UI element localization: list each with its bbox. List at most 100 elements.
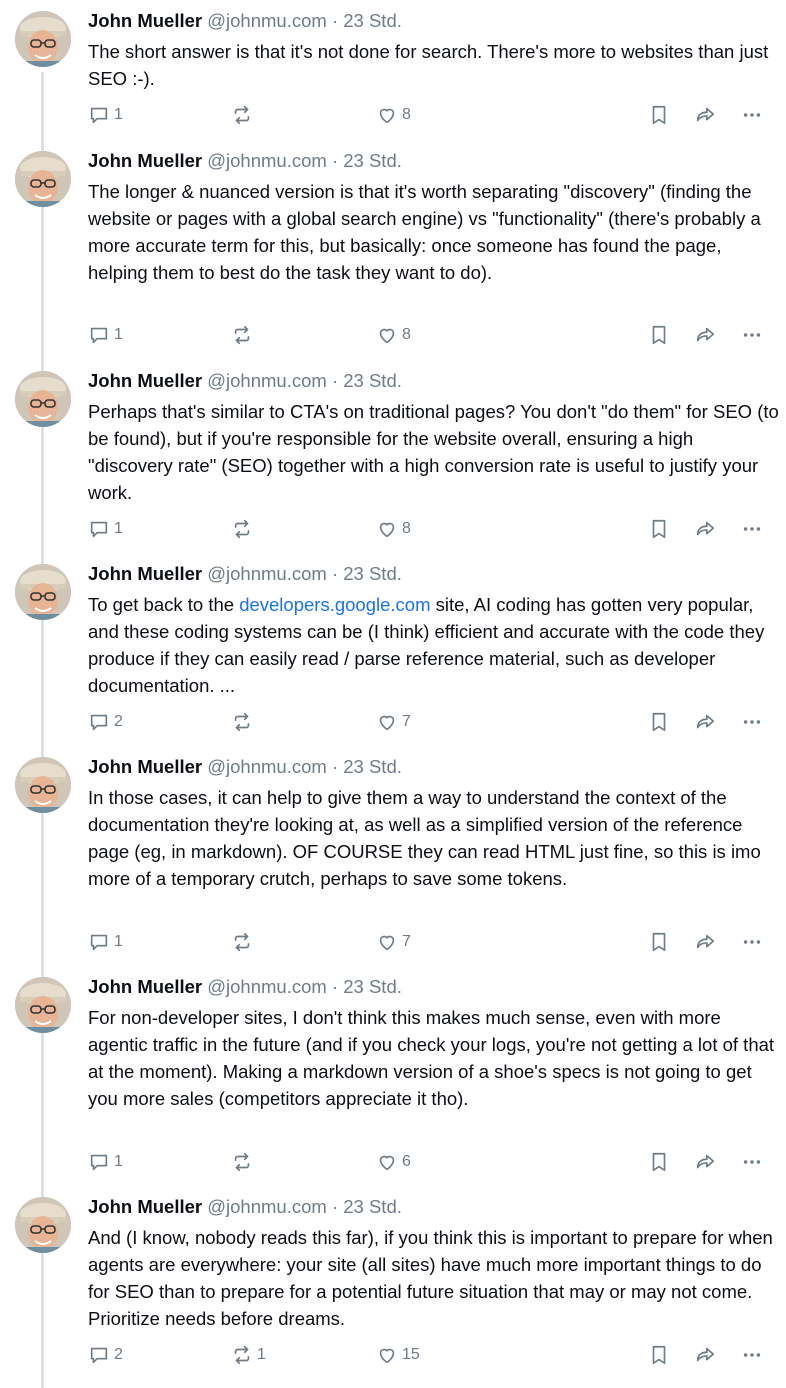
author-name[interactable]: John Mueller — [88, 976, 202, 997]
author-name[interactable]: John Mueller — [88, 563, 202, 584]
bookmark-button[interactable] — [648, 1150, 670, 1174]
bookmark-button[interactable] — [648, 710, 670, 734]
author-handle[interactable]: @johnmu.com — [207, 756, 327, 777]
bookmark-button[interactable] — [648, 1343, 670, 1367]
avatar[interactable] — [15, 977, 71, 1033]
avatar[interactable] — [15, 1197, 71, 1253]
reply-count: 1 — [114, 520, 123, 537]
author-name[interactable]: John Mueller — [88, 150, 202, 171]
more-options-button[interactable] — [741, 1343, 763, 1367]
more-options-button[interactable] — [741, 1150, 763, 1174]
separator-dot: · — [331, 1196, 339, 1217]
bookmark-button[interactable] — [648, 103, 670, 127]
more-options-button[interactable] — [741, 323, 763, 347]
avatar[interactable] — [15, 151, 71, 207]
post-header: John Mueller @johnmu.com · 23 Std. — [88, 1196, 402, 1218]
post-link[interactable]: developers.google.com — [239, 594, 430, 615]
post-actions: 1 6 — [88, 1150, 778, 1174]
post-header: John Mueller @johnmu.com · 23 Std. — [88, 756, 402, 778]
bookmark-icon — [648, 104, 670, 126]
avatar[interactable] — [15, 564, 71, 620]
author-handle[interactable]: @johnmu.com — [207, 1196, 327, 1217]
like-button[interactable]: 8 — [376, 103, 411, 127]
reply-icon — [88, 931, 110, 953]
separator-dot: · — [331, 370, 339, 391]
reply-button[interactable]: 2 — [88, 1343, 123, 1367]
repost-button[interactable]: 1 — [231, 1343, 266, 1367]
reply-icon — [88, 1344, 110, 1366]
like-icon — [376, 711, 398, 733]
author-handle[interactable]: @johnmu.com — [207, 10, 327, 31]
repost-button[interactable] — [231, 517, 257, 541]
bookmark-button[interactable] — [648, 930, 670, 954]
author-handle[interactable]: @johnmu.com — [207, 150, 327, 171]
share-button[interactable] — [694, 1150, 716, 1174]
repost-button[interactable] — [231, 710, 257, 734]
post-time[interactable]: 23 Std. — [343, 976, 402, 997]
like-button[interactable]: 7 — [376, 930, 411, 954]
like-icon — [376, 1344, 398, 1366]
author-handle[interactable]: @johnmu.com — [207, 976, 327, 997]
like-button[interactable]: 8 — [376, 517, 411, 541]
more-icon — [741, 324, 763, 346]
like-count: 7 — [402, 933, 411, 950]
like-button[interactable]: 7 — [376, 710, 411, 734]
repost-button[interactable] — [231, 323, 257, 347]
reply-button[interactable]: 2 — [88, 710, 123, 734]
like-button[interactable]: 8 — [376, 323, 411, 347]
bookmark-button[interactable] — [648, 323, 670, 347]
share-button[interactable] — [694, 710, 716, 734]
author-handle[interactable]: @johnmu.com — [207, 370, 327, 391]
separator-dot: · — [331, 150, 339, 171]
reply-count: 2 — [114, 713, 123, 730]
author-name[interactable]: John Mueller — [88, 756, 202, 777]
share-button[interactable] — [694, 517, 716, 541]
post-time[interactable]: 23 Std. — [343, 10, 402, 31]
repost-button[interactable] — [231, 1150, 257, 1174]
post-time[interactable]: 23 Std. — [343, 150, 402, 171]
author-handle[interactable]: @johnmu.com — [207, 563, 327, 584]
share-button[interactable] — [694, 930, 716, 954]
reply-icon — [88, 104, 110, 126]
more-options-button[interactable] — [741, 517, 763, 541]
reply-button[interactable]: 1 — [88, 930, 123, 954]
post-time[interactable]: 23 Std. — [343, 1196, 402, 1217]
reply-button[interactable]: 1 — [88, 323, 123, 347]
bookmark-icon — [648, 324, 670, 346]
repost-button[interactable] — [231, 930, 257, 954]
bookmark-icon — [648, 1151, 670, 1173]
share-button[interactable] — [694, 103, 716, 127]
share-button[interactable] — [694, 1343, 716, 1367]
repost-icon — [231, 324, 253, 346]
author-name[interactable]: John Mueller — [88, 10, 202, 31]
more-options-button[interactable] — [741, 930, 763, 954]
author-name[interactable]: John Mueller — [88, 370, 202, 391]
reply-count: 1 — [114, 326, 123, 343]
post-text-content: The longer & nuanced version is that it'… — [88, 181, 761, 283]
post-time[interactable]: 23 Std. — [343, 756, 402, 777]
reply-icon — [88, 1151, 110, 1173]
more-options-button[interactable] — [741, 103, 763, 127]
reply-count: 1 — [114, 1153, 123, 1170]
like-button[interactable]: 15 — [376, 1343, 420, 1367]
avatar[interactable] — [15, 11, 71, 67]
reply-button[interactable]: 1 — [88, 517, 123, 541]
separator-dot: · — [331, 976, 339, 997]
reply-button[interactable]: 1 — [88, 1150, 123, 1174]
post-time[interactable]: 23 Std. — [343, 563, 402, 584]
repost-button[interactable] — [231, 103, 257, 127]
post-text: The short answer is that it's not done f… — [88, 38, 782, 92]
avatar[interactable] — [15, 757, 71, 813]
bookmark-button[interactable] — [648, 517, 670, 541]
reply-button[interactable]: 1 — [88, 103, 123, 127]
post-header: John Mueller @johnmu.com · 23 Std. — [88, 370, 402, 392]
like-button[interactable]: 6 — [376, 1150, 411, 1174]
more-options-button[interactable] — [741, 710, 763, 734]
share-button[interactable] — [694, 323, 716, 347]
like-icon — [376, 518, 398, 540]
post-text: And (I know, nobody reads this far), if … — [88, 1224, 782, 1332]
post-text-content: The short answer is that it's not done f… — [88, 41, 769, 89]
author-name[interactable]: John Mueller — [88, 1196, 202, 1217]
avatar[interactable] — [15, 371, 71, 427]
post-time[interactable]: 23 Std. — [343, 370, 402, 391]
